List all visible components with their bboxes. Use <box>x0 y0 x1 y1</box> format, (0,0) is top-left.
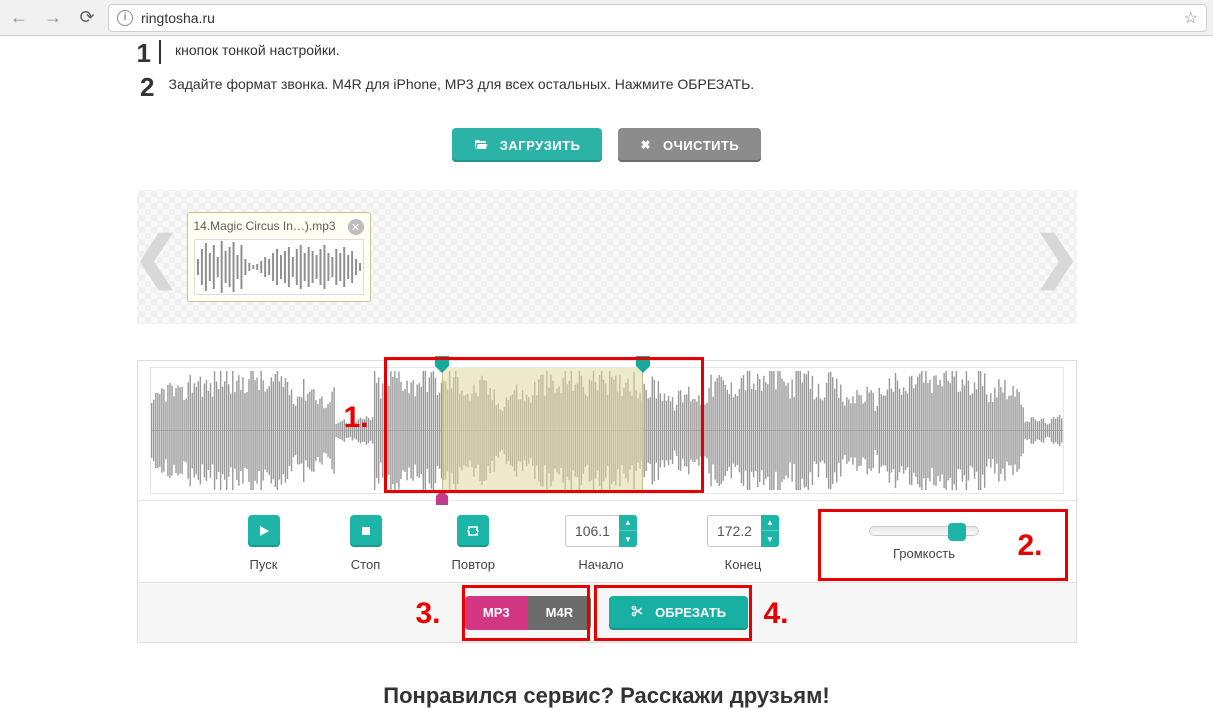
volume-slider[interactable] <box>869 526 979 536</box>
url-text: ringtosha.ru <box>141 10 1176 26</box>
format-mp3-button[interactable]: MP3 <box>465 596 528 630</box>
close-icon: ✖ <box>640 138 651 152</box>
file-remove-icon[interactable]: ✕ <box>348 219 364 235</box>
playhead-marker[interactable] <box>434 489 450 505</box>
end-time-input[interactable]: ▲ ▼ <box>707 515 779 547</box>
address-bar[interactable]: i ringtosha.ru ☆ <box>108 4 1207 32</box>
repeat-button[interactable] <box>457 515 489 547</box>
step-text: Задайте формат звонка. M4R для iPhone, M… <box>169 74 755 95</box>
start-label: Начало <box>578 557 623 572</box>
step-number: 2 <box>137 74 155 100</box>
file-name: 14.Magic Circus In…).mp3 <box>194 219 364 233</box>
cut-button[interactable]: ОБРЕЗАТЬ <box>609 596 748 630</box>
step-1: 1 кнопок тонкой настройки. <box>137 40 1077 64</box>
step-2: 2 Задайте формат звонка. M4R для iPhone,… <box>137 74 1077 100</box>
selection-start-handle[interactable] <box>433 356 451 374</box>
site-info-icon[interactable]: i <box>117 10 133 26</box>
clear-label: ОЧИСТИТЬ <box>663 138 739 153</box>
end-time-up[interactable]: ▲ <box>761 515 779 531</box>
format-bar: MP3 M4R ОБРЕЗАТЬ <box>138 582 1076 642</box>
volume-thumb[interactable] <box>948 523 966 541</box>
strip-next-arrow[interactable]: ❯ <box>1037 190 1077 324</box>
browser-chrome: ← → ⟳ i ringtosha.ru ☆ <box>0 0 1213 36</box>
selection-region[interactable] <box>442 368 643 493</box>
folder-open-icon <box>474 138 488 153</box>
stop-label: Стоп <box>351 557 380 572</box>
start-time-down[interactable]: ▼ <box>619 531 637 547</box>
controls-row: Пуск Стоп Повтор <box>138 501 1076 582</box>
start-time-field[interactable] <box>565 515 619 547</box>
file-thumbnail-waveform <box>194 239 364 295</box>
forward-button[interactable]: → <box>40 5 66 31</box>
strip-prev-arrow[interactable]: ❮ <box>137 190 177 324</box>
scissors-icon <box>631 605 643 620</box>
upload-button[interactable]: ЗАГРУЗИТЬ <box>452 128 603 162</box>
volume-label: Громкость <box>893 546 955 561</box>
reload-button[interactable]: ⟳ <box>74 5 100 31</box>
file-card[interactable]: 14.Magic Circus In…).mp3 ✕ <box>187 212 371 302</box>
repeat-label: Повтор <box>452 557 495 572</box>
start-time-input[interactable]: ▲ ▼ <box>565 515 637 547</box>
end-time-down[interactable]: ▼ <box>761 531 779 547</box>
upload-label: ЗАГРУЗИТЬ <box>500 138 581 153</box>
play-label: Пуск <box>250 557 278 572</box>
format-toggle: MP3 M4R <box>465 596 591 630</box>
end-time-field[interactable] <box>707 515 761 547</box>
stop-button[interactable] <box>350 515 382 547</box>
end-label: Конец <box>725 557 762 572</box>
footer-heading: Понравился сервис? Расскажи друзьям! <box>137 683 1077 709</box>
format-m4r-button[interactable]: M4R <box>528 596 591 630</box>
bookmark-star-icon[interactable]: ☆ <box>1184 8 1198 28</box>
back-button[interactable]: ← <box>6 5 32 31</box>
selection-end-handle[interactable] <box>634 356 652 374</box>
cut-label: ОБРЕЗАТЬ <box>655 605 726 620</box>
play-button[interactable] <box>248 515 280 547</box>
start-time-up[interactable]: ▲ <box>619 515 637 531</box>
main-button-row: ЗАГРУЗИТЬ ✖ ОЧИСТИТЬ <box>137 128 1077 162</box>
step-text: кнопок тонкой настройки. <box>175 40 340 61</box>
waveform-container[interactable] <box>150 367 1064 494</box>
step-number: 1 <box>137 40 161 64</box>
audio-editor: Пуск Стоп Повтор <box>137 360 1077 643</box>
waveform-area[interactable] <box>138 361 1076 501</box>
file-strip: ❮ 14.Magic Circus In…).mp3 ✕ ❯ <box>137 190 1077 324</box>
clear-button[interactable]: ✖ ОЧИСТИТЬ <box>618 128 761 162</box>
